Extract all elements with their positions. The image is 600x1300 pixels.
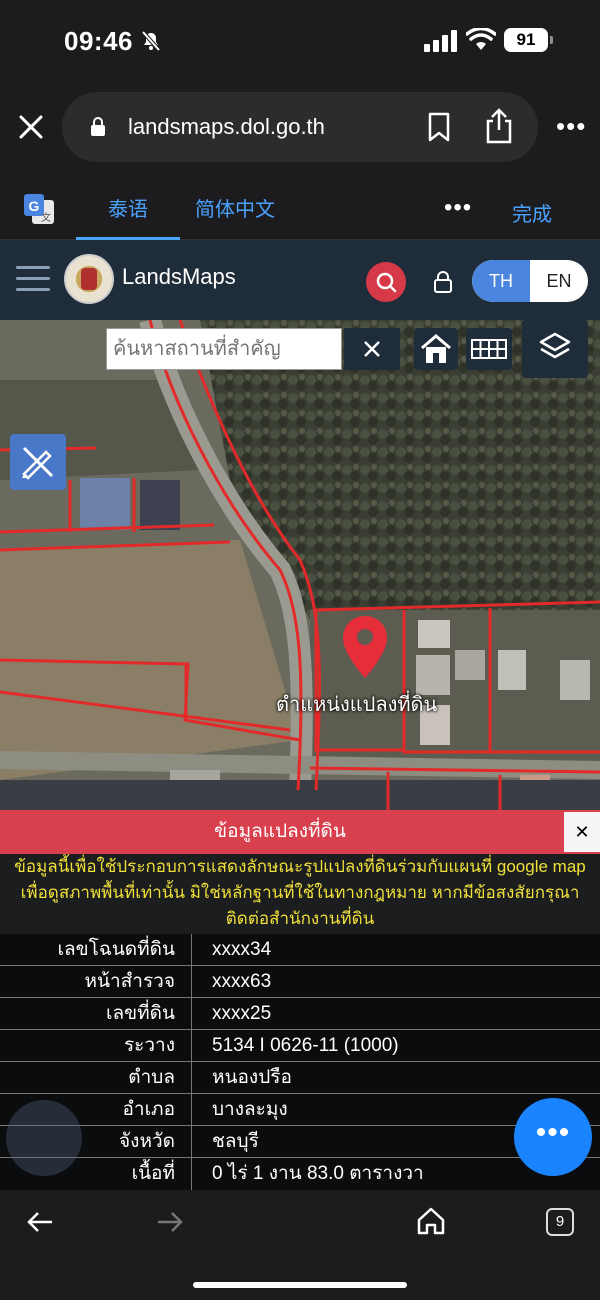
search-icon [376, 272, 397, 293]
language-toggle: TH EN [472, 260, 588, 302]
status-bar: 09:46 91 [0, 0, 600, 84]
table-row: ตำบล หนองปรือ [0, 1062, 600, 1094]
parcel-info-title: ข้อมูลแปลงที่ดิน [214, 821, 346, 842]
translate-done-button[interactable]: 完成 [512, 198, 552, 227]
measure-tool-button[interactable] [10, 434, 66, 490]
brand-name: LandsMaps [122, 264, 236, 289]
row-value: xxxx25 [212, 1003, 272, 1024]
table-row: อำเภอ บางละมุง [0, 1094, 600, 1126]
row-label: เลขโฉนดที่ดิน [0, 934, 192, 966]
row-value: บางละมุง [212, 1099, 288, 1120]
house-icon [421, 334, 451, 363]
home-view-button[interactable] [414, 328, 458, 370]
google-translate-icon[interactable]: G 文 [22, 192, 56, 226]
bell-muted-icon [141, 30, 161, 52]
table-row: หน้าสำรวจ xxxx63 [0, 966, 600, 998]
tab-thai[interactable]: 泰语 [76, 176, 180, 240]
more-menu-icon[interactable]: ••• [556, 113, 586, 139]
more-actions-fab[interactable]: ••• [514, 1098, 592, 1176]
login-lock-icon[interactable] [432, 270, 454, 294]
status-time: 09:46 [64, 26, 133, 56]
dol-logo [64, 254, 114, 304]
battery-indicator: 91 [504, 28, 553, 52]
row-value: 5134 I 0626-11 (1000) [212, 1035, 399, 1056]
app-header: LandsMaps TH EN [0, 240, 600, 320]
row-value: xxxx63 [212, 971, 272, 992]
parcel-info-header: ข้อมูลแปลงที่ดิน ✕ [0, 810, 600, 854]
svg-text:G: G [29, 198, 40, 214]
place-search-input[interactable] [107, 329, 341, 369]
search-clear-button[interactable] [344, 328, 400, 370]
translate-more-icon[interactable]: ••• [444, 194, 472, 222]
browser-bottom-toolbar: 9 [0, 1190, 600, 1300]
back-arrow-icon[interactable] [26, 1210, 54, 1234]
home-indicator [193, 1282, 407, 1288]
tab-chinese[interactable]: 简体中文 [180, 176, 290, 240]
row-label: เลขที่ดิน [0, 998, 192, 1030]
svg-text:文: 文 [41, 211, 51, 224]
row-value: xxxx34 [212, 939, 272, 960]
share-icon[interactable] [484, 108, 514, 144]
url-text: landsmaps.dol.go.th [128, 114, 325, 139]
browser-url-row: landsmaps.dol.go.th ••• [0, 84, 600, 176]
home-icon[interactable] [416, 1206, 446, 1236]
layers-button[interactable] [522, 320, 588, 378]
forward-arrow-icon[interactable] [156, 1210, 184, 1234]
close-icon [364, 341, 380, 357]
table-row: เนื้อที่ 0 ไร่ 1 งาน 83.0 ตารางวา [0, 1158, 600, 1190]
pin-label: ตำแหน่งแปลงที่ดิน [276, 694, 438, 716]
close-icon[interactable] [18, 114, 44, 140]
address-bar[interactable]: landsmaps.dol.go.th [62, 92, 538, 162]
row-value: 0 ไร่ 1 งาน 83.0 ตารางวา [212, 1163, 424, 1184]
panel-close-button[interactable]: ✕ [564, 812, 600, 852]
signal-icon [424, 30, 457, 52]
table-row: เลขโฉนดที่ดิน xxxx34 [0, 934, 600, 966]
place-search-box[interactable] [106, 328, 342, 370]
table-row: จังหวัด ชลบุรี [0, 1126, 600, 1158]
row-value: ชลบุรี [212, 1131, 259, 1152]
grid-icon [471, 339, 507, 359]
ruler-pencil-icon [22, 446, 54, 480]
lang-th-button[interactable]: TH [472, 260, 530, 302]
search-button[interactable] [366, 262, 406, 302]
lock-icon [91, 117, 105, 136]
row-label: ระวาง [0, 1030, 192, 1062]
layers-icon [539, 332, 571, 359]
disclaimer-notice: ข้อมูลนี้เพื่อใช้ประกอบการแสดงลักษณะรูปแ… [0, 854, 600, 934]
grid-overlay-button[interactable] [466, 328, 512, 370]
hamburger-menu-icon[interactable] [16, 266, 50, 292]
row-label: หน้าสำรวจ [0, 966, 192, 998]
table-row: ระวาง 5134 I 0626-11 (1000) [0, 1030, 600, 1062]
wifi-icon [466, 28, 496, 50]
table-row: เลขที่ดิน xxxx25 [0, 998, 600, 1030]
translate-bar: G 文 泰语 简体中文 ••• 完成 [0, 176, 600, 240]
row-label: ตำบล [0, 1062, 192, 1094]
location-pin-icon[interactable] [340, 614, 390, 680]
tabs-count-button[interactable]: 9 [546, 1208, 574, 1236]
bookmark-icon[interactable] [427, 112, 451, 142]
parcel-info-table: เลขโฉนดที่ดิน xxxx34 หน้าสำรวจ xxxx63 เล… [0, 934, 600, 1190]
lang-en-button[interactable]: EN [530, 260, 588, 302]
row-value: หนองปรือ [212, 1067, 292, 1088]
map-control-ghost [6, 1100, 82, 1176]
